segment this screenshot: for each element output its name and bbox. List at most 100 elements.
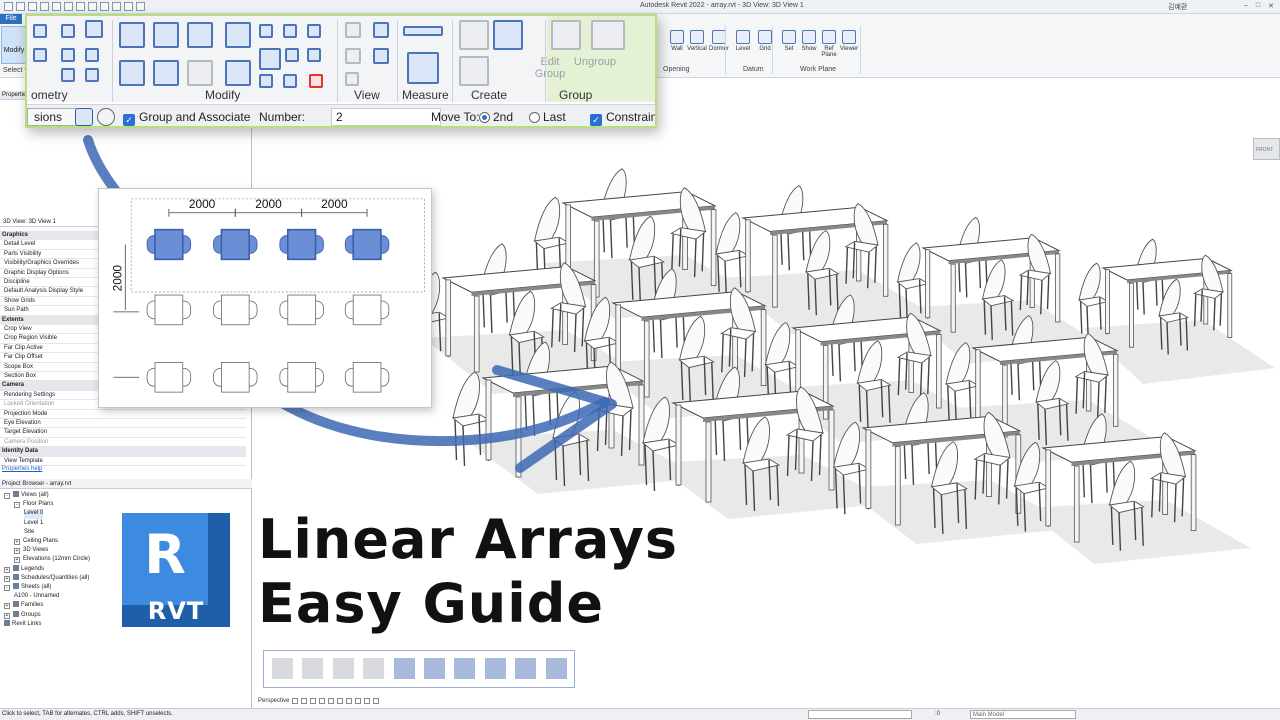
eyedropper-icon[interactable] <box>61 68 75 82</box>
ungroup-button[interactable]: Ungroup <box>567 56 623 68</box>
create-group-icon[interactable] <box>493 20 523 50</box>
align-icon[interactable] <box>119 22 145 48</box>
create-parts-icon[interactable] <box>459 20 489 50</box>
temporary-hide-icon[interactable] <box>346 698 352 704</box>
highlight-displacement-icon[interactable] <box>373 698 379 704</box>
ribbon-separator <box>337 20 338 102</box>
shadows-icon[interactable] <box>310 698 316 704</box>
group-and-associate-checkbox[interactable]: ✓ Group and Associate <box>123 110 250 126</box>
logo-caption: RVT <box>147 597 205 625</box>
join-icon[interactable] <box>33 24 47 38</box>
trim-multi-icon[interactable] <box>283 74 297 88</box>
demolish-icon[interactable] <box>85 48 99 62</box>
table-set <box>279 294 324 326</box>
analysis-icon[interactable] <box>364 698 370 704</box>
progress-segment-done <box>332 658 354 679</box>
linear-array-icon[interactable] <box>75 108 93 126</box>
table-set <box>146 228 192 261</box>
visual-style-icon[interactable] <box>292 698 298 704</box>
move-to-2nd-radio[interactable]: 2nd <box>479 110 513 124</box>
table <box>221 294 250 326</box>
table <box>352 294 382 326</box>
table-set <box>344 294 390 326</box>
table <box>154 294 184 326</box>
lock-view-icon[interactable] <box>337 698 343 704</box>
rotate-icon[interactable] <box>187 60 213 86</box>
linework-icon[interactable] <box>345 48 361 64</box>
table <box>154 362 184 393</box>
copy-icon[interactable] <box>153 60 179 86</box>
mirror-draw-icon[interactable] <box>225 22 251 48</box>
scale-icon[interactable] <box>285 48 299 62</box>
offset-icon[interactable] <box>153 22 179 48</box>
wall-join-icon[interactable] <box>85 20 103 38</box>
unpin-icon[interactable] <box>307 24 321 38</box>
pin-icon[interactable] <box>307 48 321 62</box>
view-filter-icon[interactable] <box>373 48 389 64</box>
crop-icon[interactable] <box>328 698 334 704</box>
move-to-last-radio[interactable]: Last <box>529 110 566 124</box>
workset-selector[interactable] <box>808 710 912 719</box>
radial-array-icon[interactable] <box>97 108 115 126</box>
series-progress <box>263 650 575 688</box>
constrain-label: Constrain <box>606 110 657 124</box>
number-input[interactable]: 2 <box>331 108 441 126</box>
override-icon[interactable] <box>373 22 389 38</box>
measure-icon[interactable] <box>407 52 439 84</box>
table <box>286 228 317 261</box>
progress-segment-todo <box>424 658 445 679</box>
progress-segment-todo <box>393 658 415 679</box>
dimension-label: 2000 <box>255 197 282 211</box>
move-to-label: Move To: <box>431 110 480 124</box>
reveal-hidden-icon[interactable] <box>355 698 361 704</box>
paint-icon[interactable] <box>61 48 75 62</box>
aligned-dimension-icon[interactable] <box>403 26 443 36</box>
options-bar: sions ✓ Group and Associate Number: 2 Mov… <box>27 104 657 126</box>
dimension-label: 2000 <box>321 197 348 211</box>
table-set <box>279 228 324 261</box>
table-set <box>213 362 258 393</box>
radio-empty-icon <box>529 112 540 123</box>
split-gap-icon[interactable] <box>283 24 297 38</box>
table <box>221 362 250 393</box>
trim-icon[interactable] <box>225 60 251 86</box>
revit-logo: R RVT <box>122 513 230 627</box>
table <box>154 228 184 261</box>
sun-path-icon[interactable] <box>301 698 307 704</box>
table <box>220 228 250 261</box>
edit-group-button[interactable]: Edit Group <box>532 56 568 80</box>
status-bar: Click to select, TAB for alternates, CTR… <box>0 708 1280 720</box>
render-icon[interactable] <box>319 698 325 704</box>
revit-window: Autodesk Revit 2022 - array.rvt - 3D Vie… <box>0 0 1280 720</box>
group-label-create: Create <box>471 88 508 102</box>
group-label-measure: Measure <box>402 88 449 102</box>
split-icon[interactable] <box>259 24 273 38</box>
edit-group-icon[interactable] <box>551 20 581 50</box>
create-assembly-icon[interactable] <box>459 56 489 86</box>
model-selector[interactable]: Main Model <box>970 710 1076 719</box>
checkmark-icon: ✓ <box>590 114 602 126</box>
ungroup-icon[interactable] <box>591 20 625 50</box>
mirror-axis-icon[interactable] <box>187 22 213 48</box>
split-face-icon[interactable] <box>33 48 47 62</box>
dimensions-button[interactable]: sions <box>27 108 79 126</box>
array-icon[interactable] <box>259 48 281 70</box>
group-and-associate-label: Group and Associate <box>139 110 251 124</box>
number-label: Number: <box>259 110 306 124</box>
selection-box-icon[interactable] <box>345 72 359 86</box>
video-title-line1: Linear Arrays <box>258 508 679 571</box>
progress-segment-todo <box>454 658 476 679</box>
move-icon[interactable] <box>119 60 145 86</box>
delete-icon[interactable] <box>309 74 323 88</box>
trim-extend-icon[interactable] <box>259 74 273 88</box>
match-type-icon[interactable] <box>85 68 99 82</box>
hide-icon[interactable] <box>345 22 361 38</box>
status-message: Click to select, TAB for alternates, CTR… <box>2 711 173 717</box>
table-set <box>146 294 192 326</box>
progress-segment-done <box>302 658 324 679</box>
progress-segment-done <box>363 658 385 679</box>
table <box>352 228 382 261</box>
cut-icon[interactable] <box>61 24 75 38</box>
constrain-checkbox[interactable]: ✓ Constrain <box>590 110 657 126</box>
ribbon-separator <box>397 20 398 102</box>
